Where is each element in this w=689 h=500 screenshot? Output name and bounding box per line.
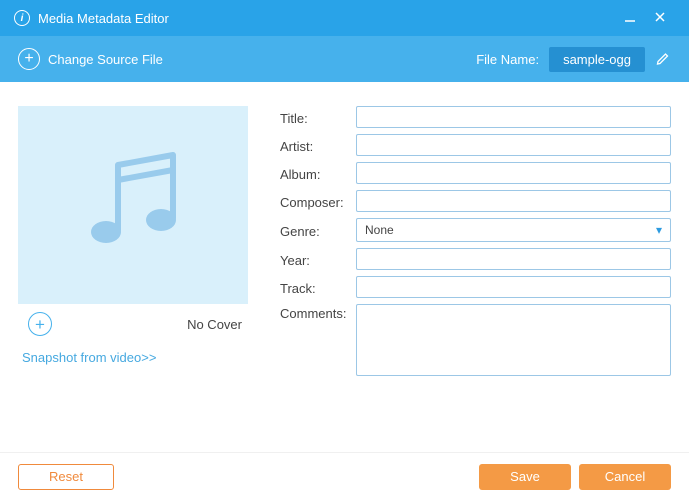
cover-column: + No Cover Snapshot from video>> — [18, 106, 250, 452]
artist-input[interactable] — [356, 134, 671, 156]
content: + No Cover Snapshot from video>> Title: … — [0, 82, 689, 452]
filename-value: sample-ogg — [549, 47, 645, 72]
edit-filename-button[interactable] — [655, 50, 671, 69]
year-label: Year: — [280, 251, 356, 268]
title-input[interactable] — [356, 106, 671, 128]
filename-display: File Name: sample-ogg — [476, 47, 671, 72]
footer: Reset Save Cancel — [0, 452, 689, 500]
toolbar: + Change Source File File Name: sample-o… — [0, 36, 689, 82]
plus-circle-icon: + — [18, 48, 40, 70]
minimize-button[interactable] — [615, 10, 645, 27]
album-input[interactable] — [356, 162, 671, 184]
titlebar: i Media Metadata Editor — [0, 0, 689, 36]
genre-select[interactable]: None ▾ — [356, 218, 671, 242]
cover-art-placeholder — [18, 106, 248, 304]
title-label: Title: — [280, 109, 356, 126]
composer-input[interactable] — [356, 190, 671, 212]
reset-button[interactable]: Reset — [18, 464, 114, 490]
artist-label: Artist: — [280, 137, 356, 154]
cancel-button[interactable]: Cancel — [579, 464, 671, 490]
comments-input[interactable] — [356, 304, 671, 376]
save-button[interactable]: Save — [479, 464, 571, 490]
genre-label: Genre: — [280, 222, 356, 239]
info-icon: i — [14, 10, 30, 26]
track-input[interactable] — [356, 276, 671, 298]
track-label: Track: — [280, 279, 356, 296]
genre-value: None — [365, 223, 394, 237]
comments-label: Comments: — [280, 304, 356, 321]
no-cover-label: No Cover — [187, 317, 242, 332]
change-source-label: Change Source File — [48, 52, 163, 67]
caret-down-icon: ▾ — [656, 223, 662, 237]
year-input[interactable] — [356, 248, 671, 270]
music-note-icon — [73, 150, 193, 260]
close-button[interactable] — [645, 10, 675, 27]
add-cover-button[interactable]: + — [28, 312, 52, 336]
filename-label: File Name: — [476, 52, 539, 67]
window-title: Media Metadata Editor — [38, 11, 169, 26]
metadata-form: Title: Artist: Album: Composer: Genre: N… — [280, 106, 671, 452]
cover-actions-row: + No Cover — [18, 304, 250, 344]
snapshot-from-video-link[interactable]: Snapshot from video>> — [22, 350, 156, 365]
change-source-button[interactable]: + Change Source File — [18, 48, 163, 70]
album-label: Album: — [280, 165, 356, 182]
composer-label: Composer: — [280, 193, 356, 210]
